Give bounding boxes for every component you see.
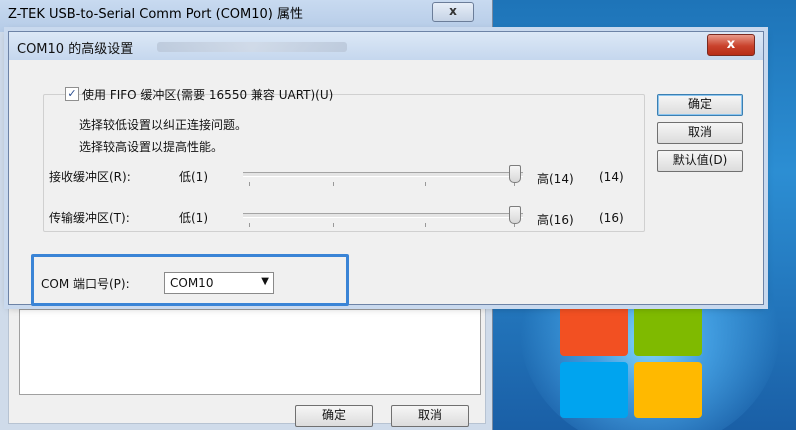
dialog-title-bar: COM10 的高级设置 x [9,32,763,60]
properties-cancel-button[interactable]: 取消 [391,405,469,427]
transmit-slider-thumb[interactable] [509,206,521,224]
transmit-low-label: 低(1) [179,211,208,225]
transmit-high-label: 高(16) [537,213,574,227]
receive-high-label: 高(14) [537,172,574,186]
receive-slider-thumb[interactable] [509,165,521,183]
com-port-highlight-box [31,254,349,306]
receive-current-value: (14) [599,170,624,184]
receive-low-label: 低(1) [179,170,208,184]
blurred-title-text [157,42,347,52]
transmit-current-value: (16) [599,211,624,225]
dialog-title: COM10 的高级设置 [17,42,134,57]
properties-client-area: 确定 取消 [8,300,486,427]
windows-logo-icon [560,300,710,420]
transmit-buffer-label: 传输缓冲区(T): [49,211,130,225]
properties-panel [19,309,481,395]
receive-slider-track[interactable] [243,172,523,177]
cancel-button[interactable]: 取消 [657,122,743,144]
advanced-settings-dialog: COM10 的高级设置 x ✓ 使用 FIFO 缓冲区(需要 16550 兼容 … [8,31,764,306]
properties-close-button[interactable]: x [432,2,474,22]
hint-high: 选择较高设置以提高性能。 [79,140,224,154]
fifo-label: 使用 FIFO 缓冲区(需要 16550 兼容 UART)(U) [82,88,334,102]
transmit-slider-track[interactable] [243,213,523,218]
receive-buffer-label: 接收缓冲区(R): [49,170,131,184]
properties-ok-button[interactable]: 确定 [295,405,373,427]
ok-button[interactable]: 确定 [657,94,743,116]
properties-window-title: Z-TEK USB-to-Serial Comm Port (COM10) 属性 [0,0,492,32]
dialog-close-button[interactable]: x [707,34,755,56]
fifo-checkbox[interactable]: ✓ [65,87,79,101]
defaults-button[interactable]: 默认值(D) [657,150,743,172]
hint-low: 选择较低设置以纠正连接问题。 [79,118,248,132]
